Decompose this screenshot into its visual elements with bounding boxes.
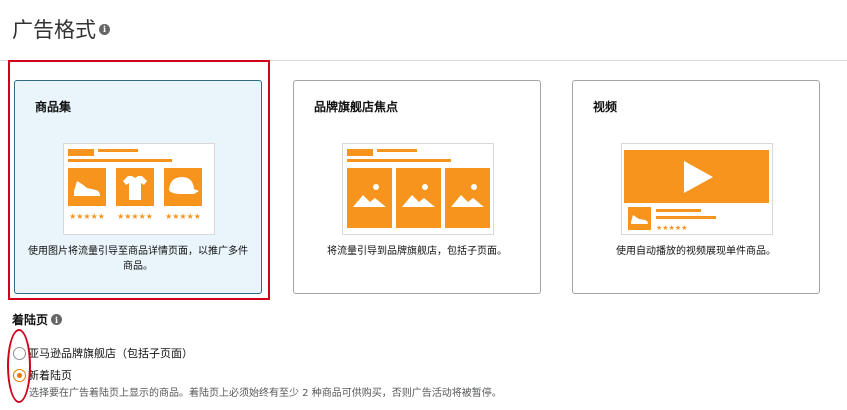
radio-label[interactable]: 亚马逊品牌旗舰店（包括子页面） bbox=[28, 345, 193, 361]
store-spotlight-illustration bbox=[342, 143, 494, 235]
radio-button[interactable] bbox=[13, 346, 26, 360]
info-icon[interactable]: i bbox=[51, 314, 63, 325]
info-icon[interactable]: i bbox=[99, 23, 110, 35]
landing-page-title-text: 着陆页 bbox=[12, 313, 49, 327]
radio-highlight bbox=[7, 329, 31, 403]
card-description: 将流量引导到品牌旗舰店，包括子页面。 bbox=[327, 246, 507, 257]
card-product-collection[interactable]: 商品集 ★★★★★ ★★★★★ ★★★★★ 使用图片将流量引导至商品详情页面，以… bbox=[14, 80, 262, 294]
radio-option-store[interactable]: 亚马逊品牌旗舰店（包括子页面） bbox=[13, 345, 193, 361]
video-illustration: ★★★★★ bbox=[621, 143, 773, 235]
tshirt-icon bbox=[116, 168, 154, 206]
card-title: 视频 bbox=[593, 100, 618, 114]
image-icon bbox=[396, 168, 441, 228]
card-description: 使用自动播放的视频展现单件商品。 bbox=[616, 246, 776, 257]
cap-icon bbox=[164, 168, 202, 206]
rating-stars: ★★★★★ bbox=[117, 212, 153, 221]
landing-page-title: 着陆页 i bbox=[12, 311, 63, 328]
image-icon bbox=[347, 168, 392, 228]
rating-stars: ★★★★★ bbox=[656, 224, 687, 232]
card-description: 使用图片将流量引导至商品详情页面，以推广多件商品。 bbox=[28, 246, 248, 272]
product-collection-illustration: ★★★★★ ★★★★★ ★★★★★ bbox=[63, 143, 215, 235]
card-video[interactable]: 视频 ★★★★★ 使用自动播放的视频展现单件商品。 bbox=[572, 80, 820, 294]
ad-format-title: 广告格式 i bbox=[12, 14, 110, 44]
card-store-spotlight[interactable]: 品牌旗舰店焦点 将流量引导到品牌旗舰店，包括子页面。 bbox=[293, 80, 541, 294]
ad-format-title-text: 广告格式 bbox=[12, 18, 96, 42]
rating-stars: ★★★★★ bbox=[69, 212, 105, 221]
divider bbox=[0, 60, 847, 61]
card-title: 品牌旗舰店焦点 bbox=[314, 100, 399, 114]
rating-stars: ★★★★★ bbox=[165, 212, 201, 221]
landing-hint: 选择要在广告着陆页上显示的商品。着陆页上必须始终有至少 2 种商品可供购买，否则… bbox=[29, 388, 502, 399]
radio-label[interactable]: 新着陆页 bbox=[28, 367, 72, 383]
shoe-icon bbox=[628, 207, 651, 230]
shoe-icon bbox=[68, 168, 106, 206]
radio-button[interactable] bbox=[13, 368, 26, 382]
radio-option-new-landing[interactable]: 新着陆页 bbox=[13, 367, 72, 383]
image-icon bbox=[445, 168, 490, 228]
card-title: 商品集 bbox=[35, 100, 72, 114]
